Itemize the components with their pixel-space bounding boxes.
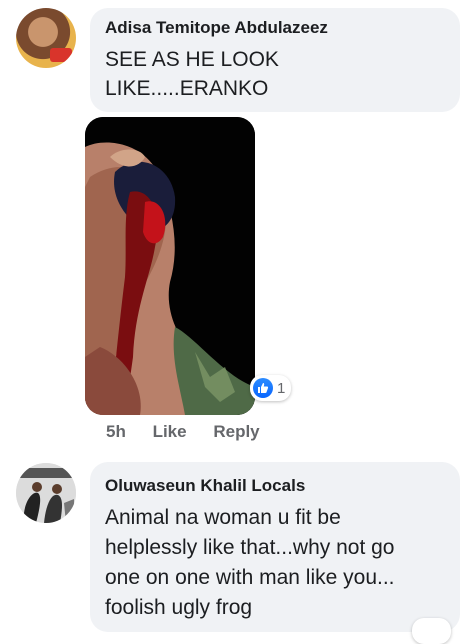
attached-photo[interactable]	[85, 117, 255, 415]
reaction-badge-partial[interactable]	[412, 618, 451, 644]
avatar-badge	[50, 48, 72, 62]
comment-time[interactable]: 5h	[106, 422, 126, 441]
thumbs-up-icon	[253, 378, 273, 398]
reply-button[interactable]: Reply	[213, 422, 259, 441]
comment-text-line: SEE AS HE LOOK	[105, 48, 279, 71]
comment-actions: 5h Like Reply	[106, 422, 282, 442]
comment-author[interactable]: Adisa Temitope Abdulazeez	[105, 17, 328, 39]
photo-image	[85, 117, 255, 415]
comment-text-line: LIKE.....ERANKO	[105, 77, 269, 100]
commenter-avatar[interactable]	[16, 8, 76, 68]
comment-bubble: Oluwaseun Khalil Locals Animal na woman …	[90, 462, 460, 632]
comment-author[interactable]: Oluwaseun Khalil Locals	[105, 475, 305, 497]
comment-text-line: foolish ugly frog	[105, 596, 253, 619]
comment-text-line: Animal na woman u fit be	[105, 506, 341, 529]
comment-text-line: helplessly like that...why not go	[105, 536, 395, 559]
like-button[interactable]: Like	[153, 422, 187, 441]
commenter-avatar[interactable]	[16, 463, 76, 523]
reaction-count: 1	[277, 379, 286, 397]
comment-bubble: Adisa Temitope Abdulazeez SEE AS HE LOOK…	[90, 8, 460, 112]
comment-text-line: one on one with man like you...	[105, 566, 395, 589]
avatar-image	[16, 463, 76, 523]
reaction-badge[interactable]: 1	[250, 375, 292, 401]
